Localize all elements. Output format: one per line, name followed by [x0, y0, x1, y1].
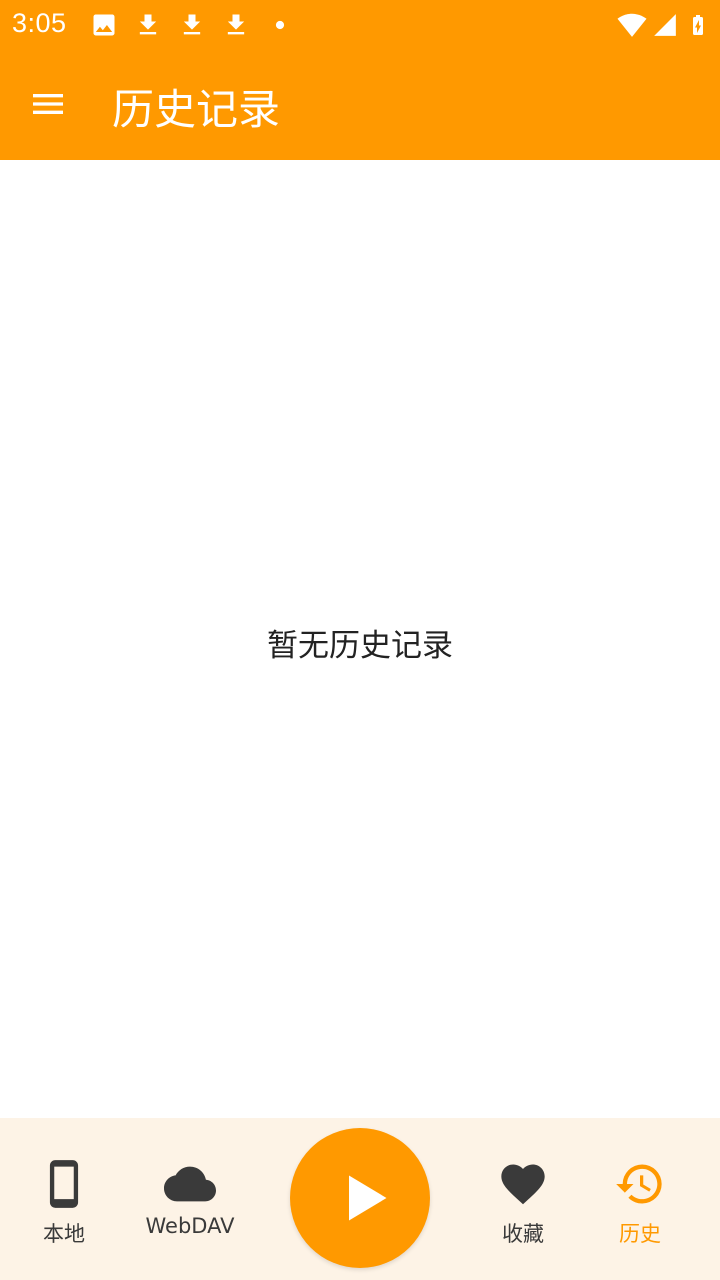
app-bar: 历史记录	[0, 50, 720, 160]
nav-item-history[interactable]: 历史	[580, 1118, 700, 1280]
empty-state-message: 暂无历史记录	[267, 628, 453, 664]
status-bar: 3:05	[0, 0, 720, 50]
cloud-icon	[164, 1158, 216, 1210]
page-title: 历史记录	[112, 85, 281, 134]
signal-icon	[652, 10, 678, 40]
nav-label-local: 本地	[43, 1222, 85, 1246]
nav-item-local[interactable]: 本地	[4, 1118, 124, 1280]
nav-label-history: 历史	[619, 1222, 661, 1246]
history-icon	[614, 1158, 666, 1210]
download-icon	[134, 10, 162, 40]
play-fab-button[interactable]	[290, 1128, 430, 1268]
nav-label-webdav: WebDAV	[145, 1214, 235, 1238]
download-icon	[222, 10, 250, 40]
menu-button[interactable]	[18, 74, 78, 134]
nav-item-favorites[interactable]: 收藏	[463, 1118, 583, 1280]
bottom-navigation: 本地 WebDAV 收藏 历史	[0, 1118, 720, 1280]
history-list-area: 暂无历史记录	[0, 160, 720, 1118]
battery-charging-icon	[686, 10, 710, 40]
phone-icon	[38, 1158, 90, 1210]
image-icon	[90, 10, 118, 40]
menu-icon	[28, 84, 68, 124]
wifi-icon	[614, 10, 650, 40]
status-time: 3:05	[12, 8, 67, 38]
heart-icon	[497, 1158, 549, 1210]
play-icon	[334, 1168, 394, 1228]
download-icon	[178, 10, 206, 40]
nav-item-webdav[interactable]: WebDAV	[130, 1118, 250, 1280]
dot-icon	[266, 10, 294, 40]
nav-label-favorites: 收藏	[502, 1222, 544, 1246]
